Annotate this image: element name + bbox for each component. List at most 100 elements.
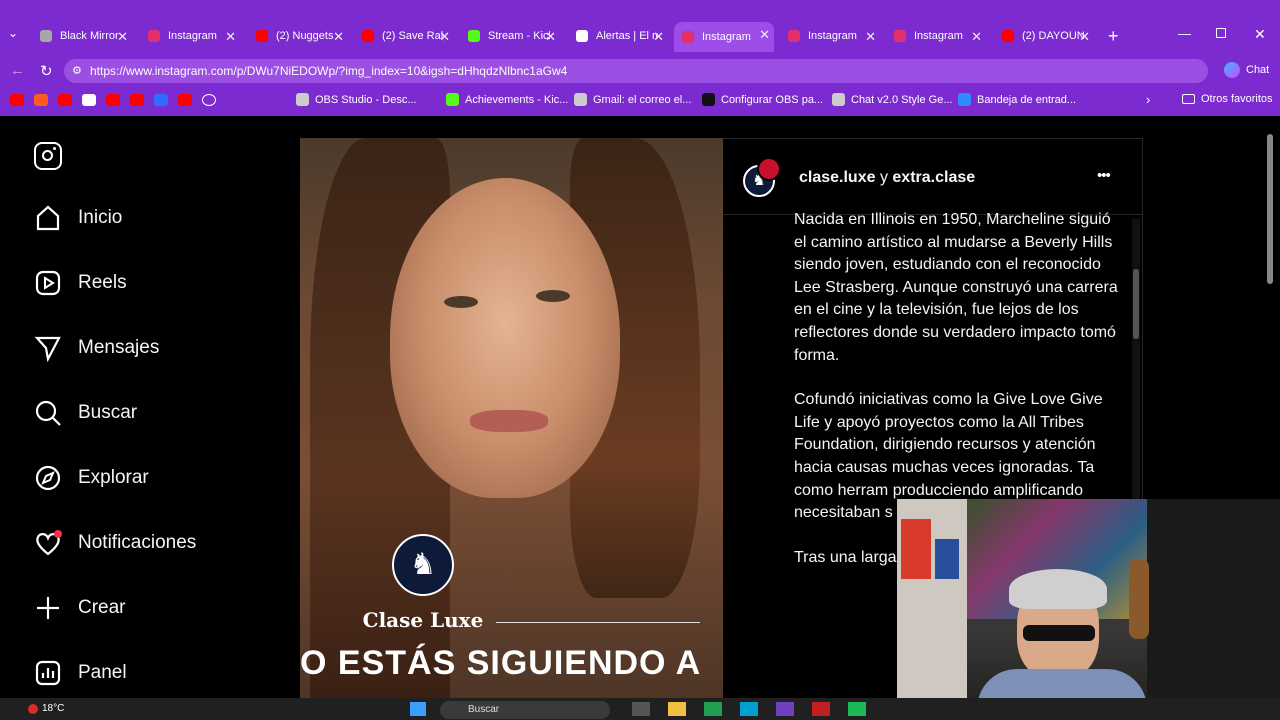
url-text: https://www.instagram.com/p/DWu7NiEDOWp/… — [90, 64, 568, 78]
tab-favicon-icon — [788, 30, 800, 42]
tab-title: (2) Nuggets — [276, 30, 334, 42]
tab-title: Instagram — [808, 30, 857, 42]
tab-favicon-icon — [148, 30, 160, 42]
bookmark-item[interactable]: OBS Studio - Desc... — [296, 93, 416, 106]
bookmark-item[interactable]: Achievements - Kic... — [446, 93, 568, 106]
sidebar-item-panel[interactable]: Panel — [34, 658, 127, 688]
sidebar-item-label: Crear — [78, 597, 126, 618]
bookmark-favicon-icon — [574, 93, 587, 106]
url-bar[interactable]: ⚙ https://www.instagram.com/p/DWu7NiEDOW… — [64, 59, 1208, 83]
home-icon — [36, 205, 60, 231]
tab-close-icon[interactable]: ✕ — [971, 29, 982, 45]
explore-icon — [35, 465, 61, 491]
bookmarks-bar: OBS Studio - Desc... Achievements - Kic..… — [0, 86, 1280, 116]
tab-6[interactable]: Instagram ✕ — [674, 22, 774, 52]
tab-close-icon[interactable]: ✕ — [225, 29, 236, 45]
tab-favicon-icon — [576, 30, 588, 42]
tab-close-icon[interactable]: ✕ — [865, 29, 876, 45]
messages-icon — [34, 336, 61, 362]
post-image[interactable]: ♞ Clase Luxe O ESTÁS SIGUIENDO A — [300, 138, 723, 698]
restore-button[interactable] — [1216, 28, 1226, 38]
bookmark-item[interactable]: Gmail: el correo el... — [574, 93, 691, 106]
page-scrollbar-thumb[interactable] — [1267, 134, 1273, 284]
tab-title: Black Mirror — [60, 30, 119, 42]
tab-close-icon[interactable]: ✕ — [117, 29, 128, 45]
plus-icon — [37, 597, 59, 619]
tab-close-icon[interactable]: ✕ — [545, 29, 556, 45]
taskbar-search[interactable]: Buscar — [440, 701, 610, 719]
reload-button[interactable]: ↻ — [40, 62, 53, 80]
other-favorites[interactable]: Otros favoritos — [1182, 93, 1273, 105]
start-button[interactable] — [410, 702, 426, 716]
bookmarks-more-chevron[interactable]: › — [1146, 92, 1150, 107]
sidebar-item-reels[interactable]: Reels — [34, 268, 127, 298]
tab-1[interactable]: Instagram ✕ — [140, 24, 240, 48]
coauthor-avatar[interactable] — [757, 157, 781, 181]
windows-taskbar: 18°C Buscar — [0, 698, 1280, 720]
caption-scrollbar-thumb[interactable] — [1133, 269, 1139, 339]
other-favorites-label: Otros favoritos — [1201, 93, 1273, 105]
tab-4[interactable]: Stream - Kick ✕ — [460, 24, 560, 48]
weather-temp: 18°C — [42, 703, 65, 714]
tab-7[interactable]: Instagram ✕ — [780, 24, 880, 48]
clase-luxe-logo-icon: ♞ — [392, 534, 454, 596]
sidebar-item-label: Buscar — [78, 402, 138, 423]
tab-title: Instagram — [702, 31, 751, 43]
webcam-overlay — [897, 499, 1280, 718]
tab-favicon-icon — [682, 31, 694, 43]
chat-button[interactable]: Chat — [1224, 62, 1269, 78]
tab-3[interactable]: (2) Save Ralph✕ — [354, 24, 454, 48]
tab-9[interactable]: (2) DAYOUNG✕ — [994, 24, 1094, 48]
tab-close-icon[interactable]: ✕ — [759, 27, 770, 43]
close-window-button[interactable]: ✕ — [1254, 26, 1266, 43]
bookmark-label: Bandeja de entrad... — [977, 93, 1077, 106]
tab-close-icon[interactable]: ✕ — [439, 29, 450, 45]
tab-list-dropdown[interactable]: ⌄ — [8, 26, 18, 40]
browser-tab-bar: ⌄ Black Mirror ✕ Instagram ✕ (2) Nuggets ✕ (2)… — [0, 0, 1280, 56]
caption-paragraph: Nacida en Illinois en 1950, Marcheline s… — [794, 211, 1118, 364]
tab-title: Stream - Kick — [488, 30, 550, 42]
instagram-logo-icon[interactable] — [34, 142, 62, 170]
tab-5[interactable]: Alertas | El m ✕ — [568, 24, 668, 48]
post-brand-text: Clase Luxe — [362, 608, 484, 632]
sidebar-item-label: Inicio — [78, 207, 123, 228]
sidebar-item-inicio[interactable]: Inicio — [34, 203, 122, 233]
weather-widget[interactable]: 18°C — [28, 703, 64, 714]
sidebar-item-explorar[interactable]: Explorar — [34, 463, 149, 493]
bookmark-label: OBS Studio - Desc... — [315, 93, 417, 106]
tab-favicon-icon — [468, 30, 480, 42]
bookmark-label: Chat v2.0 Style Ge... — [851, 93, 953, 106]
tab-8[interactable]: Instagram ✕ — [886, 24, 986, 48]
bookmark-item[interactable]: Bandeja de entrad... — [958, 93, 1076, 106]
sidebar-item-notificaciones[interactable]: Notificaciones — [34, 528, 196, 558]
reels-icon — [35, 270, 61, 296]
author-2-link[interactable]: extra.clase — [892, 169, 975, 186]
tab-close-icon[interactable]: ✕ — [1079, 29, 1090, 45]
tab-favicon-icon — [1002, 30, 1014, 42]
tab-close-icon[interactable]: ✕ — [653, 29, 664, 45]
sidebar-item-label: Notificaciones — [78, 532, 197, 553]
bookmark-favicon-icon — [296, 93, 309, 106]
more-options-icon[interactable]: ••• — [1097, 167, 1111, 184]
tab-favicon-icon — [894, 30, 906, 42]
sidebar-item-mensajes[interactable]: Mensajes — [34, 333, 159, 363]
bookmark-label: Achievements - Kic... — [465, 93, 569, 106]
tab-0[interactable]: Black Mirror ✕ — [32, 24, 132, 48]
bookmark-favicon-icon — [958, 93, 971, 106]
site-info-icon[interactable]: ⚙ — [72, 59, 82, 83]
bookmark-item[interactable]: Chat v2.0 Style Ge... — [832, 93, 953, 106]
new-tab-button[interactable]: + — [1108, 26, 1119, 47]
bookmark-item[interactable]: Configurar OBS pa... — [702, 93, 823, 106]
minimize-button[interactable]: — — [1178, 26, 1191, 41]
back-button[interactable]: ← — [10, 62, 25, 79]
taskbar-apps[interactable] — [632, 702, 866, 716]
tab-favicon-icon — [40, 30, 52, 42]
sidebar-item-label: Panel — [78, 662, 127, 683]
tab-close-icon[interactable]: ✕ — [333, 29, 344, 45]
sidebar-item-buscar[interactable]: Buscar — [34, 398, 137, 428]
author-1-link[interactable]: clase.luxe — [799, 169, 876, 186]
tab-title: (2) Save Ralph — [382, 30, 444, 42]
sidebar-item-crear[interactable]: Crear — [34, 593, 126, 623]
search-icon — [35, 400, 61, 426]
tab-2[interactable]: (2) Nuggets ✕ — [248, 24, 348, 48]
